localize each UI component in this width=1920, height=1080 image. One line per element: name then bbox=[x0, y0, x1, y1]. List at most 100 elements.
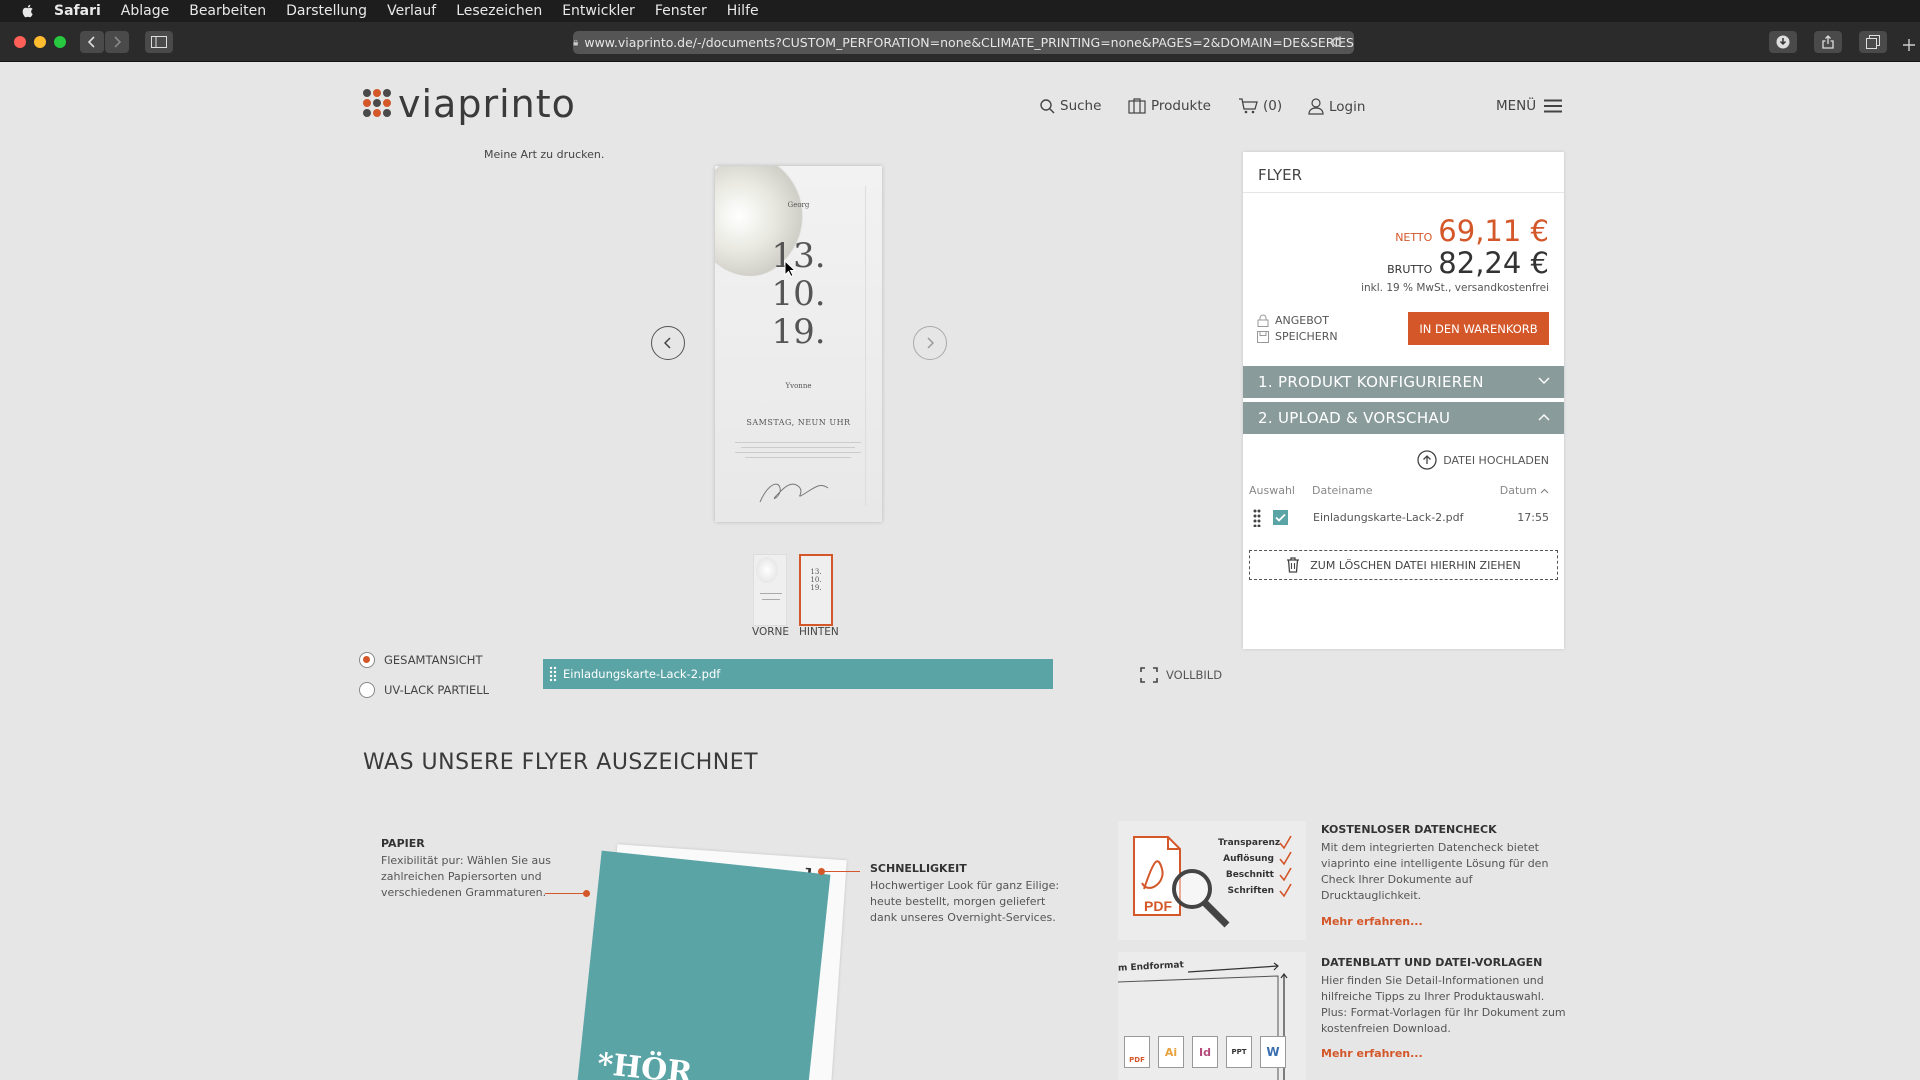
close-window-button[interactable] bbox=[14, 36, 26, 48]
flyer-illustration-title: *HÖR bbox=[595, 1046, 694, 1080]
sidebar-toggle-button[interactable] bbox=[145, 31, 173, 53]
column-filename[interactable]: Dateiname bbox=[1312, 484, 1373, 497]
column-date[interactable]: Datum bbox=[1500, 484, 1549, 497]
datacheck-more-link[interactable]: Mehr erfahren... bbox=[1321, 915, 1423, 928]
radio-uv-lack-label: UV-LACK PARTIELL bbox=[384, 683, 490, 697]
pdf-file-icon: PDF bbox=[1124, 1036, 1150, 1068]
forward-button[interactable] bbox=[105, 31, 129, 53]
chevron-left-icon bbox=[664, 337, 671, 349]
paper-connector-line bbox=[545, 893, 585, 894]
panel-divider bbox=[1243, 192, 1564, 193]
download-icon bbox=[1776, 35, 1790, 49]
upload-file-button[interactable]: DATEI HOCHLADEN bbox=[1417, 450, 1549, 470]
menu-verlauf[interactable]: Verlauf bbox=[387, 3, 436, 19]
save-link[interactable]: SPEICHERN bbox=[1257, 330, 1338, 343]
chevron-down-icon bbox=[1538, 377, 1550, 384]
card-day-text: SAMSTAG, NEUN UHR bbox=[746, 418, 851, 427]
nav-menu[interactable]: MENÜ bbox=[1496, 98, 1567, 114]
menu-entwickler[interactable]: Entwickler bbox=[562, 3, 635, 19]
radio-uv-lack[interactable] bbox=[359, 682, 375, 698]
drag-handle-icon[interactable] bbox=[549, 666, 557, 682]
browser-toolbar: www.viaprinto.de/-/documents?CUSTOM_PERF… bbox=[0, 22, 1920, 62]
menu-ablage[interactable]: Ablage bbox=[121, 3, 169, 19]
check-items: Transparenz Auflösung Beschnitt Schrifte… bbox=[1218, 838, 1281, 896]
card-name-bottom: Yvonne bbox=[785, 382, 812, 390]
price-brutto-label: BRUTTO bbox=[1387, 263, 1433, 276]
address-bar[interactable]: www.viaprinto.de/-/documents?CUSTOM_PERF… bbox=[573, 31, 1354, 54]
carousel-next-button[interactable] bbox=[913, 326, 947, 360]
pdf-label: PDF bbox=[1144, 898, 1172, 914]
lock-icon bbox=[573, 39, 578, 46]
save-icon bbox=[1257, 330, 1269, 343]
tabs-overview-button[interactable] bbox=[1859, 31, 1887, 53]
accordion-upload-label: 2. UPLOAD & VORSCHAU bbox=[1258, 409, 1451, 427]
upload-file-label: DATEI HOCHLADEN bbox=[1443, 453, 1549, 467]
thumbnail-back[interactable]: 13. 10. 19. bbox=[799, 554, 833, 626]
minimize-window-button[interactable] bbox=[34, 36, 46, 48]
chevron-right-icon bbox=[114, 36, 121, 48]
accordion-configure[interactable]: 1. PRODUKT KONFIGURIEREN bbox=[1243, 366, 1564, 398]
feature-paper-title: PAPIER bbox=[381, 837, 425, 850]
search-icon bbox=[1040, 98, 1055, 114]
ppt-file-icon: PPT bbox=[1226, 1036, 1252, 1068]
datasheet-more-link[interactable]: Mehr erfahren... bbox=[1321, 1047, 1423, 1060]
word-file-icon: W bbox=[1260, 1036, 1286, 1068]
nav-login-label: Login bbox=[1329, 98, 1366, 115]
nav-cart[interactable]: (0) bbox=[1238, 98, 1282, 114]
price-netto-label: NETTO bbox=[1395, 231, 1433, 244]
radio-gesamtansicht[interactable] bbox=[359, 652, 375, 668]
datacheck-image: PDF Transparenz Auflösung Beschnitt Schr… bbox=[1118, 821, 1306, 940]
share-button[interactable] bbox=[1814, 31, 1842, 53]
datasheet-image: m Endformat PDF Ai Id PPT W bbox=[1118, 952, 1306, 1080]
back-button[interactable] bbox=[80, 31, 104, 53]
upload-icon bbox=[1417, 450, 1437, 470]
card-text-lines bbox=[735, 438, 861, 462]
product-panel: FLYER NETTO 69,11 € BRUTTO 82,24 € inkl.… bbox=[1243, 152, 1564, 649]
thumbnail-front[interactable] bbox=[753, 554, 787, 626]
nav-login[interactable]: Login bbox=[1308, 98, 1365, 115]
nav-search[interactable]: Suche bbox=[1040, 98, 1101, 114]
menu-lesezeichen[interactable]: Lesezeichen bbox=[456, 3, 542, 19]
feature-datasheet-title: DATENBLATT UND DATEI-VORLAGEN bbox=[1321, 956, 1543, 969]
reload-icon[interactable] bbox=[1330, 35, 1344, 49]
checkmarks-icon bbox=[1279, 835, 1292, 898]
downloads-button[interactable] bbox=[1769, 31, 1797, 53]
menu-darstellung[interactable]: Darstellung bbox=[286, 3, 367, 19]
new-tab-icon[interactable] bbox=[1902, 38, 1916, 52]
card-name-top: Georg bbox=[787, 201, 810, 209]
menu-hilfe[interactable]: Hilfe bbox=[727, 3, 759, 19]
tabs-icon bbox=[1866, 35, 1880, 49]
illustrator-file-icon: Ai bbox=[1158, 1036, 1184, 1068]
product-title: FLYER bbox=[1258, 166, 1303, 184]
delete-drop-zone[interactable]: ZUM LÖSCHEN DATEI HIERHIN ZIEHEN bbox=[1249, 550, 1558, 580]
menu-bearbeiten[interactable]: Bearbeiten bbox=[189, 3, 266, 19]
menu-fenster[interactable]: Fenster bbox=[655, 3, 707, 19]
file-row[interactable]: Einladungskarte-Lack-2.pdf 17:55 bbox=[1243, 502, 1564, 532]
lock-icon bbox=[1257, 314, 1269, 327]
products-icon bbox=[1128, 98, 1146, 114]
add-to-cart-button[interactable]: IN DEN WARENKORB bbox=[1408, 312, 1549, 345]
carousel-prev-button[interactable] bbox=[651, 326, 685, 360]
file-name: Einladungskarte-Lack-2.pdf bbox=[1313, 511, 1464, 524]
file-checkbox[interactable] bbox=[1273, 510, 1288, 525]
fullscreen-label: VOLLBILD bbox=[1166, 668, 1223, 682]
zoom-window-button[interactable] bbox=[54, 36, 66, 48]
apple-icon[interactable] bbox=[20, 3, 36, 19]
sidebar-icon bbox=[151, 36, 167, 48]
offer-label: ANGEBOT bbox=[1275, 314, 1329, 327]
file-drop-bar[interactable]: Einladungskarte-Lack-2.pdf bbox=[543, 659, 1053, 689]
nav-products-label: Produkte bbox=[1151, 98, 1211, 114]
web-page: viaprinto Meine Art zu drucken. Suche Pr… bbox=[0, 62, 1920, 1080]
price-brutto: BRUTTO 82,24 € bbox=[1387, 246, 1549, 280]
card-fold-line bbox=[865, 186, 866, 506]
nav-cart-count: (0) bbox=[1263, 98, 1283, 114]
menu-app-name[interactable]: Safari bbox=[54, 3, 101, 19]
fullscreen-button[interactable]: VOLLBILD bbox=[1140, 667, 1222, 683]
offer-link[interactable]: ANGEBOT bbox=[1257, 314, 1329, 327]
drag-handle-icon[interactable] bbox=[1253, 509, 1261, 527]
flyer-preview-image[interactable]: Georg 13. 10. 19. Yvonne SAMSTAG, NEUN U… bbox=[715, 166, 882, 522]
accordion-upload[interactable]: 2. UPLOAD & VORSCHAU bbox=[1243, 402, 1564, 434]
card-date-month: 10. bbox=[771, 274, 826, 314]
nav-products[interactable]: Produkte bbox=[1128, 98, 1211, 114]
share-icon bbox=[1822, 35, 1834, 49]
